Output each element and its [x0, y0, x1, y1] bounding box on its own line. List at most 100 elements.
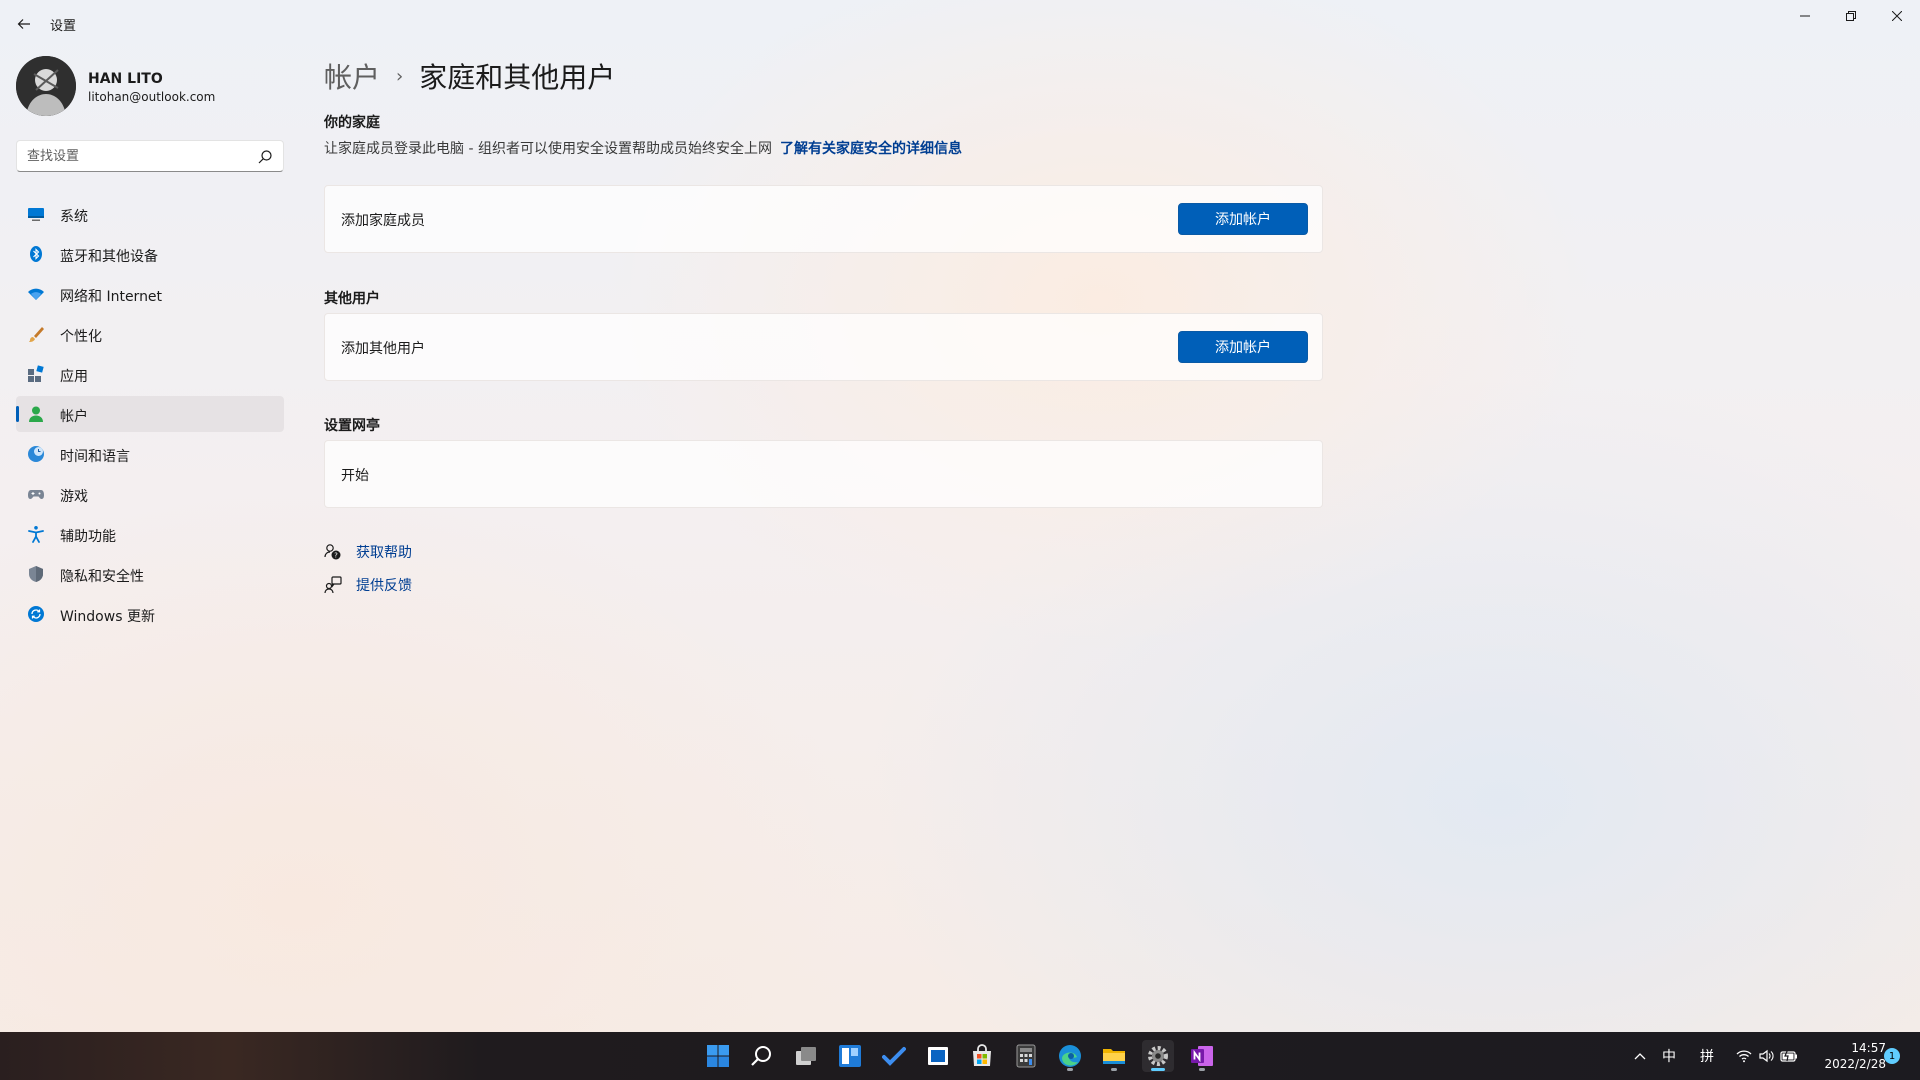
other-users-heading: 其他用户	[324, 291, 380, 307]
taskbar-calculator[interactable]	[1010, 1040, 1042, 1072]
taskbar-file-explorer[interactable]	[1098, 1040, 1130, 1072]
clock-date: 2022/2/28	[1824, 1057, 1886, 1071]
minimize-button[interactable]	[1782, 0, 1828, 32]
system-icon	[27, 205, 45, 223]
sidebar-item-accessibility[interactable]: 辅助功能	[16, 516, 284, 552]
sidebar-item-accounts[interactable]: 帐户	[16, 396, 284, 432]
taskbar-edge[interactable]	[1054, 1040, 1086, 1072]
kiosk-heading: 设置网亭	[324, 418, 380, 434]
task-view-icon	[796, 1047, 816, 1065]
sidebar-item-privacy[interactable]: 隐私和安全性	[16, 556, 284, 592]
taskbar-start[interactable]	[702, 1040, 734, 1072]
edge-icon	[1059, 1045, 1081, 1067]
taskbar-todo[interactable]	[878, 1040, 910, 1072]
notification-badge[interactable]: 1	[1884, 1048, 1900, 1064]
get-help-link[interactable]: ? 获取帮助	[324, 541, 412, 563]
search-icon	[751, 1046, 771, 1066]
search-box[interactable]	[16, 140, 284, 172]
family-safety-link[interactable]: 了解有关家庭安全的详细信息	[780, 141, 962, 157]
kiosk-start-label: 开始	[341, 468, 369, 484]
avatar[interactable]	[16, 56, 76, 116]
app-title: 设置	[50, 19, 77, 34]
minimize-icon	[1800, 15, 1810, 17]
running-indicator	[1067, 1068, 1073, 1071]
brush-icon	[27, 325, 45, 343]
close-button[interactable]	[1874, 0, 1920, 32]
running-indicator	[1199, 1068, 1205, 1071]
add-family-account-button[interactable]: 添加帐户	[1178, 203, 1308, 235]
sidebar-item-label: 蓝牙和其他设备	[60, 249, 158, 265]
active-indicator	[1151, 1068, 1165, 1071]
running-indicator	[1111, 1068, 1117, 1071]
sidebar-item-network[interactable]: 网络和 Internet	[16, 276, 284, 312]
volume-icon	[1759, 1049, 1774, 1063]
tray-overflow-button[interactable]	[1634, 1032, 1650, 1080]
clock[interactable]: 14:57 2022/2/28	[1808, 1040, 1886, 1072]
taskbar-settings[interactable]	[1142, 1040, 1174, 1072]
give-feedback-link[interactable]: 提供反馈	[324, 574, 412, 596]
help-person-icon: ?	[324, 543, 342, 561]
wifi-icon	[1736, 1050, 1752, 1063]
chevron-up-icon	[1634, 1053, 1646, 1060]
taskbar-search[interactable]	[746, 1040, 778, 1072]
apps-icon	[27, 365, 45, 383]
file-explorer-icon	[1103, 1049, 1125, 1064]
calculator-icon	[1016, 1044, 1036, 1068]
back-arrow-icon	[17, 19, 30, 29]
onenote-icon	[1191, 1046, 1213, 1066]
close-icon	[1892, 11, 1902, 21]
breadcrumb: 帐户 › 家庭和其他用户	[324, 56, 615, 96]
sidebar-item-time-language[interactable]: 时间和语言	[16, 436, 284, 472]
sidebar-item-gaming[interactable]: 游戏	[16, 476, 284, 512]
add-other-user-card: 添加其他用户 添加帐户	[324, 313, 1323, 381]
store-app-icon	[928, 1047, 948, 1065]
shield-icon	[27, 565, 45, 583]
quick-settings-button[interactable]	[1736, 1032, 1802, 1080]
taskbar: 中 拼 14:57 2022/2/28 1	[0, 1032, 1920, 1080]
family-heading: 你的家庭	[324, 115, 380, 131]
add-other-account-button[interactable]: 添加帐户	[1178, 331, 1308, 363]
sidebar-item-label: 游戏	[60, 489, 88, 505]
ime-mode-label: 中	[1662, 1049, 1676, 1065]
back-button[interactable]	[10, 10, 38, 38]
taskbar-microsoft-store[interactable]	[966, 1040, 998, 1072]
breadcrumb-chevron-icon: ›	[396, 65, 404, 87]
microsoft-store-icon	[973, 1044, 991, 1066]
title-bar: 设置	[0, 0, 1920, 48]
taskbar-widgets[interactable]	[834, 1040, 866, 1072]
sidebar-item-bluetooth[interactable]: 蓝牙和其他设备	[16, 236, 284, 272]
breadcrumb-parent[interactable]: 帐户	[324, 56, 380, 96]
sidebar-item-label: 应用	[60, 369, 88, 385]
taskbar-app-store[interactable]	[922, 1040, 954, 1072]
ime-layout-indicator[interactable]: 拼	[1700, 1032, 1714, 1080]
kiosk-card[interactable]: 开始	[324, 440, 1323, 508]
account-icon	[27, 405, 45, 423]
taskbar-onenote[interactable]	[1186, 1040, 1218, 1072]
todo-icon	[882, 1047, 906, 1066]
globe-clock-icon	[27, 445, 45, 463]
sidebar-item-personalization[interactable]: 个性化	[16, 316, 284, 352]
sidebar-item-apps[interactable]: 应用	[16, 356, 284, 392]
settings-icon	[1148, 1046, 1168, 1066]
search-input[interactable]	[27, 147, 247, 165]
bluetooth-icon	[27, 245, 45, 263]
sidebar-item-windows-update[interactable]: Windows 更新	[16, 596, 284, 632]
search-icon[interactable]	[257, 149, 273, 165]
ime-mode-indicator[interactable]: 中	[1662, 1032, 1676, 1080]
settings-window: 设置 HAN LITO litohan@outlook.com 系	[0, 0, 1920, 1032]
taskbar-task-view[interactable]	[790, 1040, 822, 1072]
update-icon	[27, 605, 45, 623]
accessibility-icon	[27, 525, 45, 543]
restore-icon	[1846, 11, 1856, 21]
family-description: 让家庭成员登录此电脑 - 组织者可以使用安全设置帮助成员始终安全上网 了解有关家庭…	[324, 138, 962, 158]
add-family-member-label: 添加家庭成员	[341, 213, 425, 229]
sidebar-item-label: Windows 更新	[60, 609, 155, 625]
sidebar-item-label: 系统	[60, 209, 88, 225]
wifi-icon	[27, 285, 45, 303]
gamepad-icon	[27, 485, 45, 503]
ime-layout-label: 拼	[1700, 1049, 1714, 1065]
sidebar-item-system[interactable]: 系统	[16, 196, 284, 232]
user-email: litohan@outlook.com	[88, 90, 216, 104]
battery-charging-icon	[1780, 1048, 1797, 1062]
restore-button[interactable]	[1828, 0, 1874, 32]
